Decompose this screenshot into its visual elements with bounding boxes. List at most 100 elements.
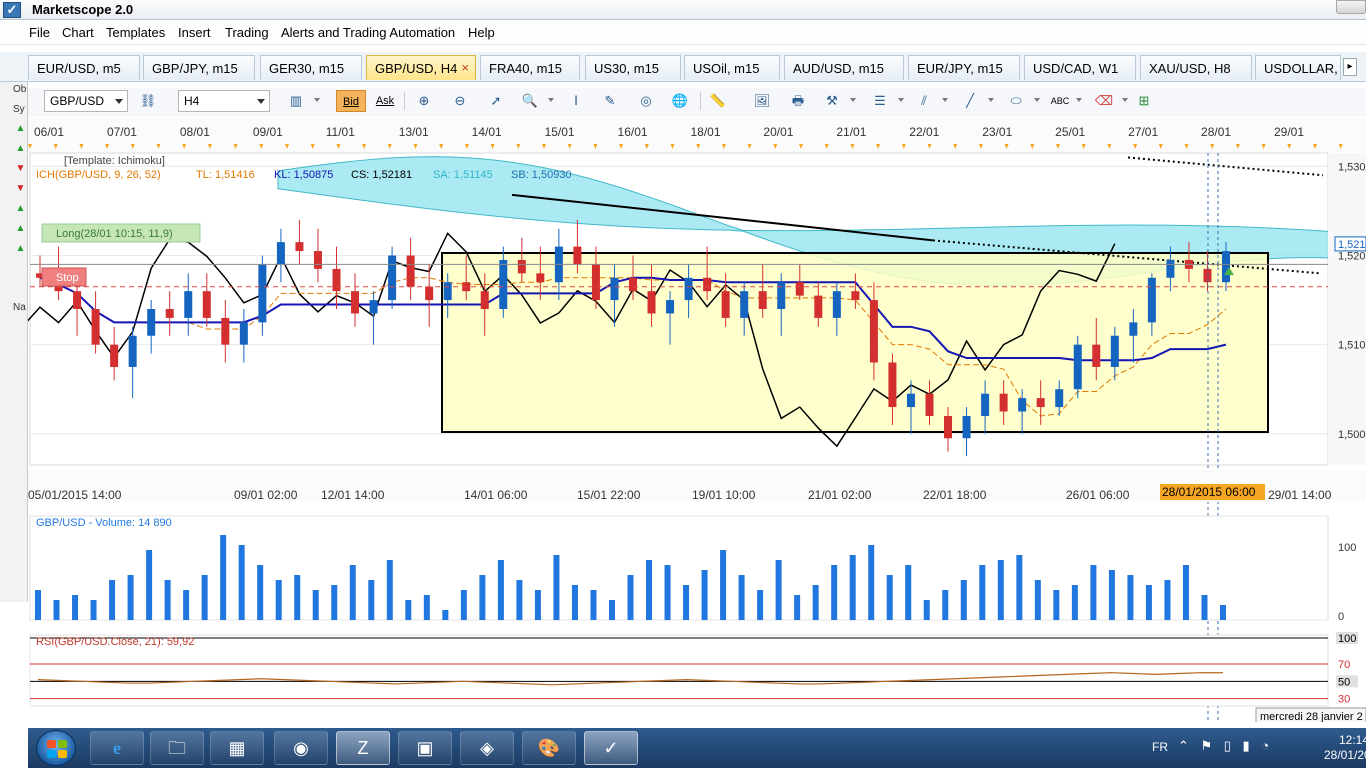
chart-type-icon[interactable]: ▥ bbox=[284, 90, 308, 112]
menu-file[interactable]: File bbox=[27, 25, 52, 40]
layout-icon[interactable]: ⊞ bbox=[1132, 90, 1156, 112]
candle-body bbox=[629, 277, 637, 292]
window-control-button[interactable] bbox=[1336, 0, 1366, 14]
tab-usdollar-h[interactable]: USDOLLAR, H bbox=[1255, 55, 1341, 80]
tab-usdcad-w1[interactable]: USD/CAD, W1 bbox=[1024, 55, 1136, 80]
tab-ger30-m15[interactable]: GER30, m15 bbox=[260, 55, 362, 80]
volume-bar bbox=[960, 580, 967, 620]
text-icon[interactable]: ABC bbox=[1048, 90, 1072, 112]
slideshow-icon[interactable]: ▣ bbox=[398, 731, 452, 765]
tab-us30-m15[interactable]: US30, m15 bbox=[585, 55, 681, 80]
timeframe-select[interactable]: H4 bbox=[178, 90, 270, 112]
candle-body bbox=[351, 291, 360, 314]
print-icon[interactable]: 🖶 bbox=[786, 90, 810, 112]
dock-label[interactable]: Ob bbox=[13, 84, 26, 95]
taskbar-clock[interactable]: 12:14 28/01/2015 bbox=[1324, 733, 1366, 763]
tab-audusd-m15[interactable]: AUD/USD, m15 bbox=[784, 55, 904, 80]
menu-help[interactable]: Help bbox=[466, 25, 497, 40]
ichimoku-kl: KL: 1,50875 bbox=[274, 169, 333, 181]
candle-body bbox=[851, 291, 860, 301]
buy-arrow-icon[interactable]: ▲ bbox=[14, 222, 27, 235]
bid-button[interactable]: Bid bbox=[336, 90, 366, 112]
tab-gbpjpy-m15[interactable]: GBP/JPY, m15 bbox=[143, 55, 255, 80]
start-button[interactable] bbox=[36, 730, 76, 766]
marketscope-icon[interactable]: ✓ bbox=[584, 731, 638, 765]
calculator-icon[interactable]: ▦ bbox=[210, 731, 264, 765]
volume-bar bbox=[257, 565, 264, 620]
bottom-date-label: 29/01 14:00 bbox=[1268, 488, 1332, 502]
ie-icon[interactable]: e bbox=[90, 731, 144, 765]
eraser-icon[interactable]: ⌫ bbox=[1092, 90, 1116, 112]
trendline-icon[interactable]: ╱ bbox=[958, 90, 982, 112]
globe-icon[interactable]: 🌐 bbox=[668, 90, 692, 112]
tab-label: EUR/USD, m5 bbox=[37, 61, 121, 76]
zoom-out-icon[interactable]: ⊖ bbox=[448, 90, 472, 112]
zoom-in-icon[interactable]: ⊕ bbox=[412, 90, 436, 112]
buy-arrow-icon[interactable]: ▲ bbox=[14, 122, 27, 135]
ask-button[interactable]: Ask bbox=[370, 90, 400, 112]
pointer-icon[interactable]: ➚ bbox=[484, 90, 508, 112]
shape-icon[interactable]: ⬭ bbox=[1004, 90, 1028, 112]
volume-bar bbox=[720, 550, 727, 620]
language-indicator[interactable]: FR bbox=[1152, 740, 1168, 754]
zoom-area-icon[interactable]: 🔍 bbox=[518, 90, 542, 112]
rsi-title: RSI(GBP/USD.Close, 21): 59,92 bbox=[36, 636, 194, 648]
top-date-label: 18/01 bbox=[690, 125, 720, 139]
tab-label: AUD/USD, m15 bbox=[793, 61, 885, 76]
menu-alerts[interactable]: Alerts and Trading Automation bbox=[279, 25, 457, 40]
volume-bar bbox=[1016, 555, 1023, 620]
level-icon[interactable]: Ⅰ bbox=[564, 90, 588, 112]
volume-axis-label: 100 bbox=[1338, 542, 1356, 554]
sell-arrow-icon[interactable]: ▼ bbox=[14, 162, 27, 175]
chrome-icon[interactable]: ◉ bbox=[274, 731, 328, 765]
tab-xauusd-h8[interactable]: XAU/USD, H8 bbox=[1140, 55, 1252, 80]
volume-bar bbox=[238, 545, 245, 620]
menu-templates[interactable]: Templates bbox=[104, 25, 167, 40]
image-icon[interactable]: 🖼 bbox=[750, 90, 774, 112]
candle-body bbox=[814, 295, 823, 318]
sell-arrow-icon[interactable]: ▼ bbox=[14, 182, 27, 195]
paint-icon[interactable]: 🎨 bbox=[522, 731, 576, 765]
volume-bar bbox=[127, 575, 134, 620]
candle-body bbox=[73, 291, 82, 309]
drawing-icon[interactable]: ◎ bbox=[634, 90, 658, 112]
volume-bar bbox=[997, 560, 1004, 620]
menu-insert[interactable]: Insert bbox=[176, 25, 213, 40]
menu-chart[interactable]: Chart bbox=[60, 25, 96, 40]
candle-body bbox=[573, 246, 582, 265]
lines-icon[interactable]: ☰ bbox=[868, 90, 892, 112]
zulutrade-icon[interactable]: Z bbox=[336, 731, 390, 765]
fibonacci-icon[interactable]: ⫽ bbox=[912, 90, 936, 112]
winrar-icon[interactable]: ◈ bbox=[460, 731, 514, 765]
windows-taskbar: e 🗀 ▦ ◉ Z ▣ ◈ 🎨 ✓ FR ⌃ ⚑ ▯ ▮ ◔ 12:14 28/… bbox=[28, 728, 1366, 768]
volume-bar bbox=[220, 535, 227, 620]
volume-title: GBP/USD - Volume: 14 890 bbox=[36, 517, 172, 529]
menu-trading[interactable]: Trading bbox=[223, 25, 271, 40]
buy-arrow-icon[interactable]: ▲ bbox=[14, 142, 27, 155]
tab-label: GER30, m15 bbox=[269, 61, 345, 76]
symbol-select[interactable]: GBP/USD bbox=[44, 90, 128, 112]
tools-icon[interactable]: ⚒ bbox=[820, 90, 844, 112]
tab-eurjpy-m15[interactable]: EUR/JPY, m15 bbox=[908, 55, 1020, 80]
system-tray-icons[interactable]: ⌃ ⚑ ▯ ▮ ◔ bbox=[1178, 738, 1273, 754]
buy-arrow-icon[interactable]: ▲ bbox=[14, 242, 27, 255]
link-icon[interactable]: ⛓ bbox=[136, 90, 160, 112]
dock-label[interactable]: Na bbox=[13, 302, 26, 313]
date-tooltip-text: mercredi 28 janvier 2 bbox=[1260, 711, 1363, 722]
bottom-date-label: 12/01 14:00 bbox=[321, 488, 385, 502]
explorer-icon[interactable]: 🗀 bbox=[150, 731, 204, 765]
tab-gbpusd-h4[interactable]: GBP/USD, H4 × bbox=[366, 55, 476, 80]
tab-fra40-m15[interactable]: FRA40, m15 bbox=[480, 55, 580, 80]
candle-body bbox=[1036, 398, 1045, 408]
buy-arrow-icon[interactable]: ▲ bbox=[14, 202, 27, 215]
tab-eurusd-m5[interactable]: EUR/USD, m5 bbox=[28, 55, 140, 80]
chart-area[interactable]: 06/01 07/01 08/01 09/01 11/01 13/01 14/01 15/01… bbox=[28, 118, 1366, 722]
properties-icon[interactable]: ✎ bbox=[598, 90, 622, 112]
close-tab-icon[interactable]: × bbox=[461, 60, 469, 75]
tab-usoil-m15[interactable]: USOil, m15 bbox=[684, 55, 780, 80]
dock-label[interactable]: Sy bbox=[13, 104, 25, 115]
tab-scroll-icon[interactable]: ▸ bbox=[1343, 58, 1357, 76]
candle-body bbox=[1018, 398, 1027, 412]
volume-bar bbox=[1071, 585, 1078, 620]
ruler-icon[interactable]: 📏 bbox=[706, 90, 730, 112]
